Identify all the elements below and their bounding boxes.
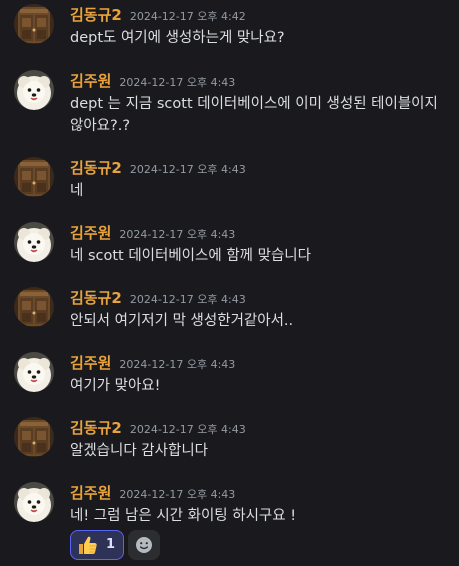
avatar[interactable] — [14, 70, 54, 110]
avatar[interactable] — [14, 222, 54, 262]
thumbs-up-icon — [79, 536, 97, 554]
message-timestamp: 2024-12-17 오후 4:43 — [129, 163, 246, 176]
message-text: 네! 그럼 남은 시간 화이팅 하시구요 ! — [70, 508, 297, 524]
message-timestamp: 2024-12-17 오후 4:43 — [129, 293, 246, 306]
message-timestamp: 2024-12-17 오후 4:43 — [119, 228, 236, 241]
message-text: dept 는 지금 scott 데이터베이스에 이미 생성된 테이블이지 않아요… — [70, 96, 438, 134]
author-name[interactable]: 김동규2 — [70, 6, 122, 24]
avatar[interactable] — [14, 352, 54, 392]
message-text: 알겠습니다 감사합니다 — [70, 443, 209, 459]
author-name[interactable]: 김주원 — [70, 484, 111, 502]
message-text: 네 scott 데이터베이스에 함께 맞습니다 — [70, 248, 311, 264]
author-name[interactable]: 김동규2 — [70, 159, 122, 177]
wooden-door-icon — [14, 4, 54, 44]
chat-message-list: 김동규2 2024-12-17 오후 4:42 dept도 여기에 생성하는게 맞… — [0, 0, 459, 566]
author-name[interactable]: 김동규2 — [70, 419, 122, 437]
wooden-door-icon — [14, 287, 54, 327]
message-timestamp: 2024-12-17 오후 4:42 — [129, 10, 246, 23]
pomeranian-dog-icon — [14, 482, 54, 522]
message-timestamp: 2024-12-17 오후 4:43 — [119, 358, 236, 371]
pomeranian-dog-icon — [14, 70, 54, 110]
wooden-door-icon — [14, 157, 54, 197]
author-name[interactable]: 김주원 — [70, 72, 111, 90]
message-text: dept도 여기에 생성하는게 맞나요? — [70, 30, 285, 46]
reaction-thumbs-up-button[interactable]: 1 — [70, 530, 124, 560]
avatar[interactable] — [14, 4, 54, 44]
pomeranian-dog-icon — [14, 352, 54, 392]
message-timestamp: 2024-12-17 오후 4:43 — [129, 423, 246, 436]
author-name[interactable]: 김주원 — [70, 224, 111, 242]
author-name[interactable]: 김동규2 — [70, 289, 122, 307]
wooden-door-icon — [14, 417, 54, 457]
message-text: 안되서 여기저기 막 생성한거같아서.. — [70, 313, 294, 329]
pomeranian-dog-icon — [14, 222, 54, 262]
message-text: 네 — [70, 183, 84, 199]
avatar[interactable] — [14, 287, 54, 327]
reaction-count: 1 — [106, 537, 116, 552]
avatar[interactable] — [14, 157, 54, 197]
avatar[interactable] — [14, 417, 54, 457]
message-timestamp: 2024-12-17 오후 4:43 — [119, 488, 236, 501]
add-reaction-button[interactable] — [128, 530, 160, 560]
avatar[interactable] — [14, 482, 54, 522]
message-text: 여기가 맞아요! — [70, 378, 161, 394]
author-name[interactable]: 김주원 — [70, 354, 111, 372]
message-timestamp: 2024-12-17 오후 4:43 — [119, 76, 236, 89]
smile-add-reaction-icon — [136, 537, 152, 553]
